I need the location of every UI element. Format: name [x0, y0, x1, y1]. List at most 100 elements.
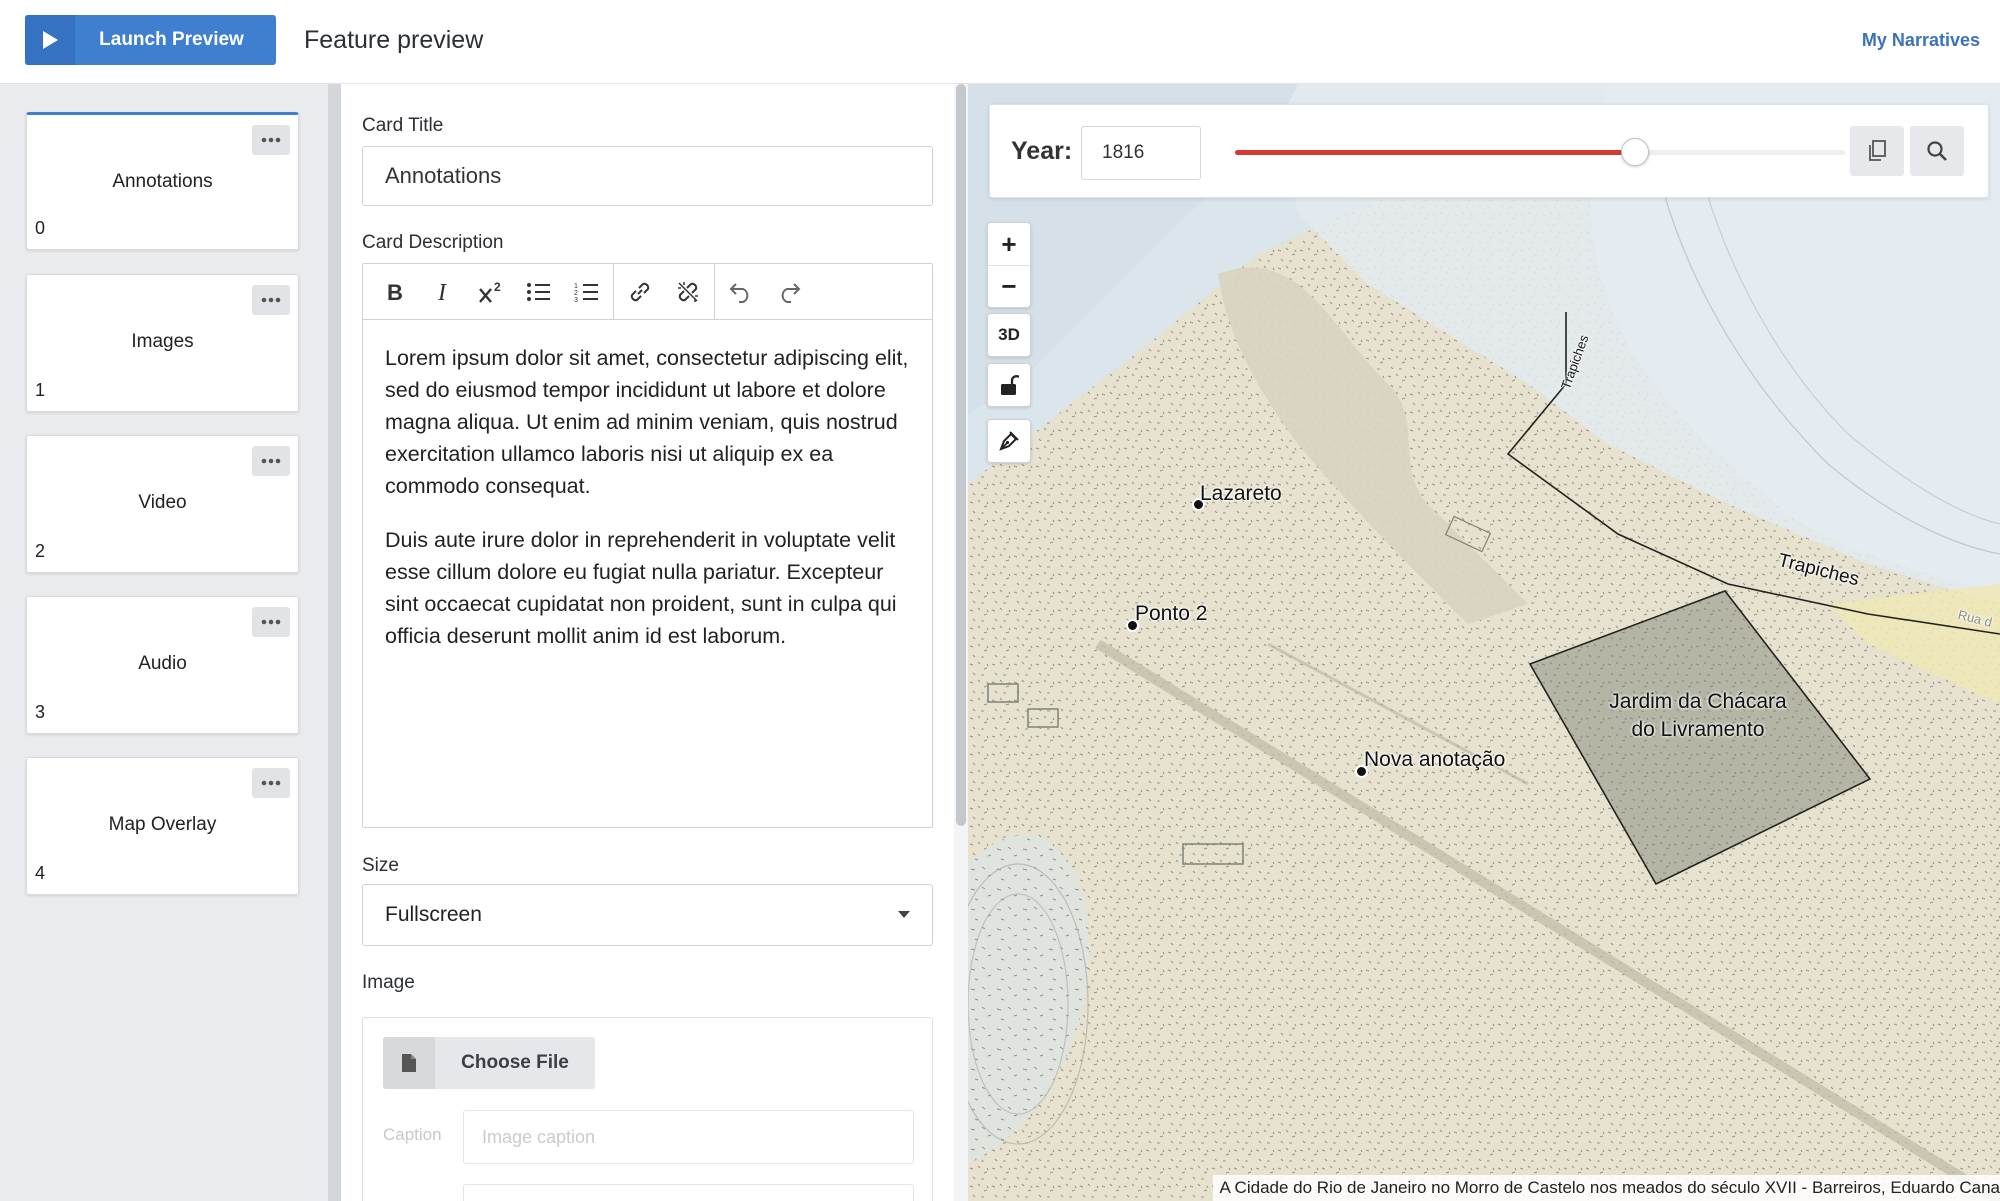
description-text-area[interactable]: Lorem ipsum dolor sit amet, consectetur …: [363, 320, 932, 652]
caption-input[interactable]: Image caption: [463, 1110, 914, 1164]
card-index: 0: [35, 218, 46, 238]
card-index: 4: [35, 863, 46, 883]
redo-icon[interactable]: [765, 264, 813, 320]
card-description-label: Card Description: [362, 232, 504, 253]
card-index: 2: [35, 541, 46, 561]
svg-text:I: I: [437, 280, 447, 304]
card-title-label: Card Title: [362, 115, 444, 136]
year-control-bar: Year: 1816: [989, 104, 1989, 198]
size-selected-value: Fullscreen: [385, 903, 482, 926]
year-slider[interactable]: [1235, 138, 1845, 166]
search-icon: [1927, 141, 1947, 161]
card-title-input[interactable]: Annotations: [362, 146, 933, 206]
link-icon[interactable]: [616, 264, 664, 320]
svg-text:B: B: [387, 280, 403, 304]
ellipsis-icon: [261, 780, 281, 786]
annotation-label-ponto2[interactable]: Ponto 2: [1135, 602, 1207, 626]
polygon-label-line: Jardim da Chácara: [1609, 690, 1787, 713]
ellipsis-icon: [261, 619, 281, 625]
lock-button[interactable]: [988, 364, 1030, 406]
editor-toolbar: B I 2 123: [363, 263, 932, 320]
card-item-video[interactable]: Video 2: [26, 435, 299, 573]
pen-tool-icon: [999, 431, 1019, 451]
choose-file-button[interactable]: Choose File: [383, 1037, 595, 1089]
card-item-audio[interactable]: Audio 3: [26, 596, 299, 734]
svg-text:2: 2: [494, 280, 501, 294]
svg-text:3: 3: [574, 297, 578, 303]
card-list-sidebar: Annotations 0 Images 1 Video 2 Audio 3 M…: [0, 84, 328, 1201]
year-slider-fill: [1235, 150, 1635, 155]
scrollbar-thumb[interactable]: [956, 84, 966, 826]
historical-map-image: [968, 84, 2000, 1201]
card-index: 3: [35, 702, 46, 722]
italic-icon[interactable]: I: [419, 264, 467, 320]
toolbar-divider: [714, 263, 715, 320]
toggle-3d-button[interactable]: 3D: [988, 314, 1030, 356]
copy-icon: [1869, 140, 1886, 161]
bold-icon[interactable]: B: [371, 264, 419, 320]
zoom-out-button[interactable]: −: [988, 265, 1030, 307]
launch-preview-button[interactable]: Launch Preview: [25, 15, 276, 65]
annotation-label-lazareto[interactable]: Lazareto: [1200, 482, 1282, 506]
size-label: Size: [362, 855, 399, 876]
polygon-label[interactable]: Jardim da Chácara do Livramento: [1588, 688, 1808, 744]
panel-resize-handle[interactable]: [328, 84, 341, 1201]
polygon-label-line: do Livramento: [1631, 718, 1765, 741]
superscript-icon[interactable]: 2: [467, 264, 515, 320]
draw-button[interactable]: [988, 420, 1030, 462]
play-icon: [25, 15, 75, 65]
more-options-button[interactable]: [252, 125, 290, 155]
ellipsis-icon: [261, 137, 281, 143]
toolbar-divider: [613, 263, 614, 320]
more-options-button[interactable]: [252, 446, 290, 476]
more-options-button[interactable]: [252, 768, 290, 798]
svg-text:2: 2: [574, 290, 578, 297]
my-narratives-link[interactable]: My Narratives: [1862, 30, 1980, 51]
undo-icon[interactable]: [717, 264, 765, 320]
map-view[interactable]: Trapiches Trapiches Rua d Lazareto Ponto…: [968, 84, 2000, 1201]
search-button[interactable]: [1910, 126, 1964, 176]
card-item-map-overlay[interactable]: Map Overlay 4: [26, 757, 299, 895]
card-item-annotations[interactable]: Annotations 0: [26, 112, 299, 250]
map-attribution: A Cidade do Rio de Janeiro no Morro de C…: [1213, 1175, 2000, 1201]
secondary-input[interactable]: [463, 1184, 914, 1201]
zoom-controls: + −: [987, 222, 1031, 308]
description-paragraph: Duis aute irure dolor in reprehenderit i…: [385, 528, 897, 648]
zoom-in-button[interactable]: +: [988, 223, 1030, 265]
form-scrollbar[interactable]: [954, 84, 968, 1201]
card-name: Map Overlay: [108, 814, 217, 835]
svg-text:1: 1: [574, 283, 578, 290]
card-name: Annotations: [112, 171, 213, 192]
view-controls: 3D: [987, 313, 1031, 357]
copy-button[interactable]: [1850, 126, 1904, 176]
size-select[interactable]: Fullscreen: [362, 884, 933, 946]
choose-file-label: Choose File: [461, 1052, 569, 1073]
image-label: Image: [362, 972, 415, 993]
card-item-images[interactable]: Images 1: [26, 274, 299, 412]
description-paragraph: Lorem ipsum dolor sit amet, consectetur …: [385, 346, 909, 498]
image-upload-box: Choose File Caption Image caption: [362, 1017, 933, 1201]
file-icon: [383, 1037, 435, 1089]
card-index: 1: [35, 380, 46, 400]
more-options-button[interactable]: [252, 285, 290, 315]
unlink-icon[interactable]: [664, 264, 712, 320]
card-name: Video: [138, 492, 187, 513]
year-label: Year:: [1011, 137, 1073, 165]
top-header: Launch Preview Feature preview My Narrat…: [0, 0, 2000, 84]
ellipsis-icon: [261, 297, 281, 303]
ellipsis-icon: [261, 458, 281, 464]
year-input[interactable]: 1816: [1081, 126, 1201, 180]
caret-down-icon: [898, 911, 910, 918]
card-name: Audio: [138, 653, 187, 674]
more-options-button[interactable]: [252, 607, 290, 637]
year-slider-handle[interactable]: [1620, 138, 1649, 166]
bullet-list-icon[interactable]: [515, 264, 563, 320]
annotation-label-nova-anotacao[interactable]: Nova anotação: [1364, 748, 1505, 772]
numbered-list-icon[interactable]: 123: [563, 264, 611, 320]
launch-preview-label: Launch Preview: [99, 29, 244, 50]
page-title: Feature preview: [304, 26, 484, 54]
lock-control: [987, 363, 1031, 407]
rich-text-editor: B I 2 123 Lorem ipsum dolor sit amet, co…: [362, 263, 933, 828]
card-name: Images: [131, 331, 194, 352]
unlock-icon: [1001, 375, 1019, 395]
